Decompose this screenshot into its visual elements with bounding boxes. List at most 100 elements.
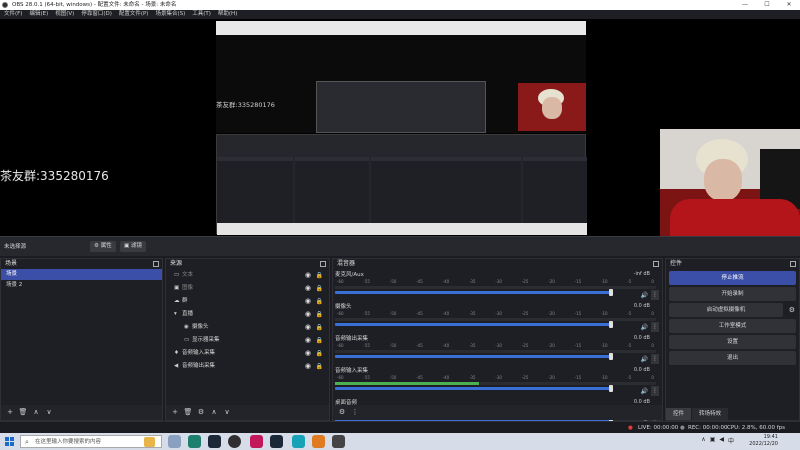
menu-tools[interactable]: 工具(T) [192,10,211,19]
speaker-icon[interactable]: 🔊 [641,292,648,299]
slider-knob[interactable] [609,321,614,328]
tab-transitions[interactable]: 转场特效 [692,408,729,420]
minimize-button[interactable]: — [734,0,756,10]
lock-icon[interactable]: 🔒 [316,269,323,282]
lock-icon[interactable]: 🔒 [316,334,323,347]
speaker-icon[interactable]: 🔊 [641,356,648,363]
windows-start-icon[interactable] [5,437,14,446]
volume-icon[interactable]: ◀ [719,436,724,445]
studio-mode-button[interactable]: 工作室模式 [669,319,796,333]
move-up-icon[interactable]: ∧ [31,408,41,417]
app-icon[interactable] [250,435,263,448]
filters-button[interactable]: ▣ 滤镜 [120,241,146,252]
visibility-eye-icon[interactable]: ◉ [305,334,311,347]
exit-button[interactable]: 退出 [669,351,796,365]
mixer-channel: 麦克风/Aux -inf dB -60 -55 -50 -45 -40 -35 -30 -25 -2… [333,269,662,301]
slider-knob[interactable] [609,385,614,392]
move-down-icon[interactable]: ∨ [222,408,232,417]
source-item[interactable]: ▣ 图像 ◉ 🔒 [166,282,329,295]
visibility-eye-icon[interactable]: ◉ [305,321,311,334]
app-icon[interactable] [332,435,345,448]
source-item[interactable]: ▭ 显示器采集 ◉ 🔒 [166,334,329,347]
remove-source-button[interactable]: 🗑 [183,408,193,417]
clock[interactable]: 19:41 2022/12/20 [749,433,778,448]
source-item[interactable]: ☁ 群 ◉ 🔒 [166,295,329,308]
app-icon[interactable] [312,435,325,448]
scene-item[interactable]: 场景 2 [1,280,162,291]
close-button[interactable]: ✕ [778,0,800,10]
app-icon[interactable] [292,435,305,448]
move-down-icon[interactable]: ∨ [44,408,54,417]
channel-menu-icon[interactable]: ⋮ [651,386,659,396]
visibility-eye-icon[interactable]: ◉ [305,308,311,321]
lock-icon[interactable]: 🔒 [316,360,323,373]
scene-item[interactable]: 场景 [1,269,162,280]
network-icon[interactable]: ▣ [710,436,716,445]
tab-controls[interactable]: 控件 [666,408,692,420]
steam-icon[interactable] [270,435,283,448]
lock-icon[interactable]: 🔒 [316,308,323,321]
add-scene-button[interactable]: + [5,408,15,417]
edge-icon[interactable] [188,435,201,448]
menu-file[interactable]: 文件(F) [4,10,22,19]
undock-icon[interactable] [653,261,659,267]
menu-profile[interactable]: 配置文件(P) [119,10,149,19]
visibility-eye-icon[interactable]: ◉ [305,347,311,360]
stop-streaming-button[interactable]: 停止推流 [669,271,796,285]
task-view-icon[interactable] [168,435,181,448]
lock-icon[interactable]: 🔒 [316,321,323,334]
move-up-icon[interactable]: ∧ [209,408,219,417]
speaker-icon[interactable]: 🔊 [641,324,648,331]
source-settings-icon[interactable]: ⚙ [196,408,206,417]
maximize-button[interactable]: ☐ [756,0,778,10]
visibility-eye-icon[interactable]: ◉ [305,295,311,308]
source-item[interactable]: ◀ 音频输出采集 ◉ 🔒 [166,360,329,373]
channel-menu-icon[interactable]: ⋮ [651,354,659,364]
volume-slider[interactable] [335,321,614,328]
visibility-eye-icon[interactable]: ◉ [305,282,311,295]
add-source-button[interactable]: + [170,408,180,417]
visibility-eye-icon[interactable]: ◉ [305,360,311,373]
menu-edit[interactable]: 编辑(E) [29,10,48,19]
slider-knob[interactable] [609,353,614,360]
start-recording-button[interactable]: 开始录制 [669,287,796,301]
mixer-settings-icon[interactable]: ⚙ [337,408,347,417]
lock-icon[interactable]: 🔒 [316,282,323,295]
source-item[interactable]: ◉ 摄像头 ◉ 🔒 [166,321,329,334]
visibility-eye-icon[interactable]: ◉ [305,269,311,282]
channel-menu-icon[interactable]: ⋮ [651,290,659,300]
undock-icon[interactable] [320,261,326,267]
remove-scene-button[interactable]: 🗑 [18,408,28,417]
scale-tick: -15 [574,311,582,316]
source-item[interactable]: ▭ 文本 ◉ 🔒 [166,269,329,282]
taskbar-search-box[interactable]: ⌕ 在这里输入你要搜索的内容 [20,435,162,448]
input-language[interactable]: 中 [728,436,734,445]
properties-button[interactable]: ⚙ 属性 [90,241,116,252]
slider-knob[interactable] [609,289,614,296]
settings-button[interactable]: 设置 [669,335,796,349]
source-item[interactable]: ♦ 音频输入采集 ◉ 🔒 [166,347,329,360]
menu-docks[interactable]: 停靠窗口(D) [81,10,112,19]
menu-view[interactable]: 视图(V) [55,10,74,19]
channel-menu-icon[interactable]: ⋮ [651,322,659,332]
speaker-icon[interactable]: 🔊 [641,388,648,395]
chevron-up-icon[interactable]: ∧ [701,436,705,445]
source-item[interactable]: ▾ 直播 ◉ 🔒 [166,308,329,321]
obs-taskbar-icon[interactable] [228,435,241,448]
mixer-menu-icon[interactable]: ⋮ [350,408,360,417]
volume-slider[interactable] [335,289,614,296]
preview-canvas[interactable]: 茶友群:335280176 茶友群:335280176 [0,19,800,236]
scale-tick: -60 [337,343,344,348]
lock-icon[interactable]: 🔒 [316,295,323,308]
steam-icon[interactable] [208,435,221,448]
scale-tick: -25 [521,279,529,284]
lock-icon[interactable]: 🔒 [316,347,323,360]
undock-icon[interactable] [153,261,159,267]
menu-help[interactable]: 帮助(H) [218,10,237,19]
gear-icon[interactable]: ⚙ [789,306,795,314]
volume-slider[interactable] [335,385,614,392]
undock-icon[interactable] [790,261,796,267]
volume-slider[interactable] [335,353,614,360]
menu-scene-collection[interactable]: 场景集合(S) [155,10,185,19]
start-virtual-camera-button[interactable]: 启动虚拟摄像机 [669,303,783,317]
